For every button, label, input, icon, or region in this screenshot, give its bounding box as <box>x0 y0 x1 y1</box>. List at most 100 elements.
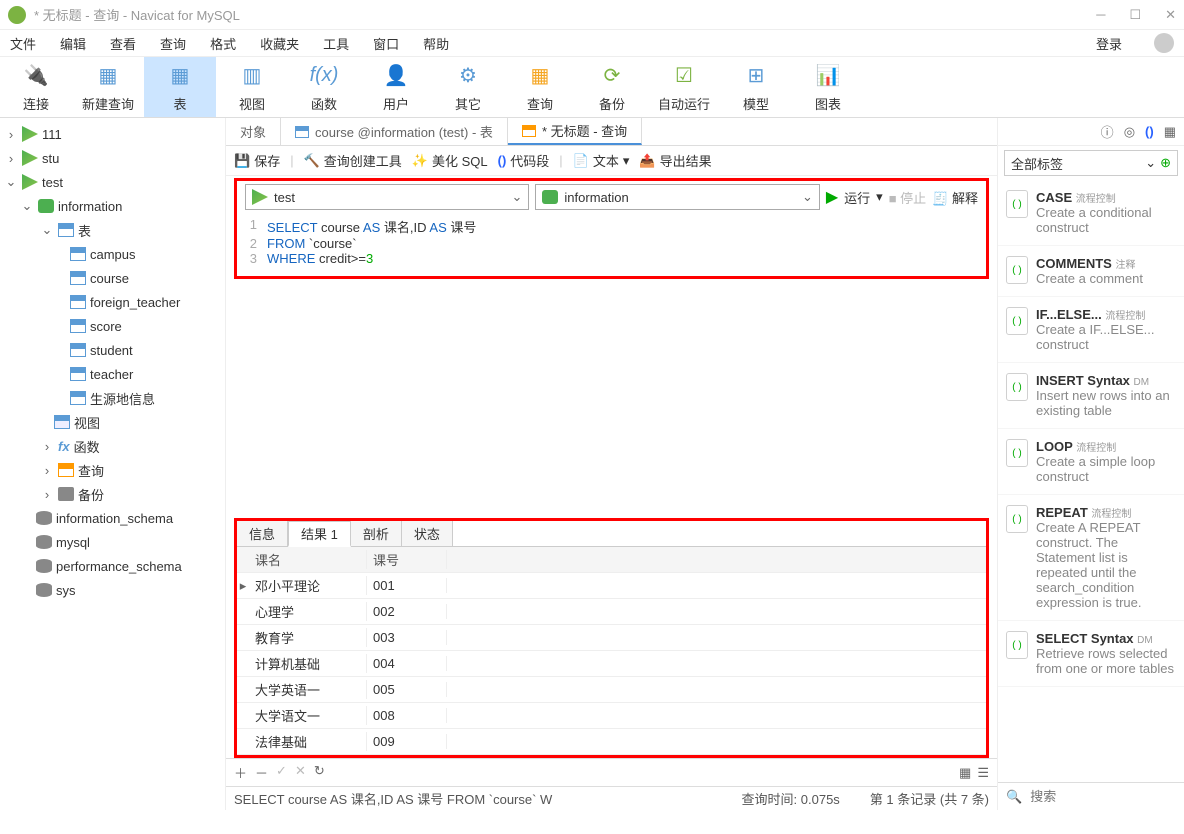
list-view-icon[interactable]: ☰ <box>977 765 989 781</box>
db-information[interactable]: ⌄information <box>0 194 225 218</box>
menu-query[interactable]: 查询 <box>160 34 186 53</box>
avatar-icon[interactable] <box>1154 33 1174 53</box>
add-tag-icon[interactable]: ⊕ <box>1160 155 1171 171</box>
tbl-foreign-teacher[interactable]: foreign_teacher <box>0 290 225 314</box>
queries-node[interactable]: ›查询 <box>0 458 225 482</box>
db-perfschema[interactable]: performance_schema <box>0 554 225 578</box>
conn-111[interactable]: ›111 <box>0 122 225 146</box>
grid-icon[interactable]: ▦ <box>1164 124 1176 140</box>
tab-info[interactable]: 信息 <box>237 521 288 546</box>
tbl-campus[interactable]: campus <box>0 242 225 266</box>
other-button[interactable]: ⚙其它 <box>432 57 504 117</box>
snippet-item[interactable]: ( )CASE 流程控制Create a conditional constru… <box>998 180 1184 246</box>
table-button[interactable]: ▦表 <box>144 57 216 117</box>
tbl-course[interactable]: course <box>0 266 225 290</box>
cancel-icon[interactable]: ✕ <box>295 763 306 782</box>
table-row: 大学英语一005 <box>237 677 986 703</box>
col-courseName: 课名 <box>249 550 367 569</box>
tags-dropdown[interactable]: 全部标签⌄ ⊕ <box>1004 150 1178 176</box>
tbl-origin[interactable]: 生源地信息 <box>0 386 225 410</box>
menu-favorites[interactable]: 收藏夹 <box>260 34 299 53</box>
export-button[interactable]: 📤 导出结果 <box>639 151 711 170</box>
snippet-button[interactable]: ()代码段 <box>498 151 550 170</box>
query-builder-button[interactable]: 🔨 查询创建工具 <box>304 151 402 170</box>
minimize-icon[interactable]: ─ <box>1096 7 1105 23</box>
text-button[interactable]: 📄 文本 ▾ <box>573 151 630 170</box>
maximize-icon[interactable]: ☐ <box>1129 7 1141 23</box>
query-button[interactable]: ▦查询 <box>504 57 576 117</box>
login-button[interactable]: 登录 <box>1096 34 1122 53</box>
tab-profile[interactable]: 剖析 <box>351 521 402 546</box>
status-record: 第 1 条记录 (共 7 条) <box>870 789 989 808</box>
menu-window[interactable]: 窗口 <box>373 34 399 53</box>
add-icon[interactable]: ＋ <box>234 763 247 782</box>
run-button[interactable]: ▶ <box>826 187 838 207</box>
tables-node[interactable]: ⌄表 <box>0 218 225 242</box>
chart-button[interactable]: 📊图表 <box>792 57 864 117</box>
app-logo-icon <box>8 6 26 24</box>
snippet-item[interactable]: ( )REPEAT 流程控制Create A REPEAT construct.… <box>998 495 1184 621</box>
db-sys[interactable]: sys <box>0 578 225 602</box>
connection-dropdown[interactable]: test⌄ <box>245 184 529 210</box>
backup-button[interactable]: ⟳备份 <box>576 57 648 117</box>
snippet-item[interactable]: ( )INSERT Syntax DMInsert new rows into … <box>998 363 1184 429</box>
refresh-icon[interactable]: ↻ <box>314 763 325 782</box>
explain-button[interactable]: 🧾 解释 <box>932 188 978 207</box>
conn-stu[interactable]: ›stu <box>0 146 225 170</box>
tbl-teacher[interactable]: teacher <box>0 362 225 386</box>
info-icon[interactable]: ⓘ <box>1101 122 1114 141</box>
remove-icon[interactable]: － <box>255 763 268 782</box>
snippet-item[interactable]: ( )SELECT Syntax DMRetrieve rows selecte… <box>998 621 1184 687</box>
menu-format[interactable]: 格式 <box>210 34 236 53</box>
model-button[interactable]: ⊞模型 <box>720 57 792 117</box>
sql-editor[interactable]: 1SELECT course AS 课名,ID AS 课号 2FROM `cou… <box>237 213 986 270</box>
menu-edit[interactable]: 编辑 <box>60 34 86 53</box>
menu-file[interactable]: 文件 <box>10 34 36 53</box>
col-courseId: 课号 <box>367 550 447 569</box>
snippet-panel-icon[interactable]: () <box>1145 124 1154 139</box>
db-mysql[interactable]: mysql <box>0 530 225 554</box>
chevron-down-icon: ⌄ <box>802 189 813 205</box>
tab-status[interactable]: 状态 <box>402 521 453 546</box>
connect-button[interactable]: 🔌连接 <box>0 57 72 117</box>
close-icon[interactable]: ✕ <box>1165 7 1176 23</box>
table-row: 大学语文一008 <box>237 703 986 729</box>
chevron-down-icon: ⌄ <box>512 189 523 205</box>
status-sql: SELECT course AS 课名,ID AS 课号 FROM `cours… <box>234 789 712 808</box>
tab-objects[interactable]: 对象 <box>226 118 281 145</box>
database-dropdown[interactable]: information⌄ <box>535 184 819 210</box>
target-icon[interactable]: ◎ <box>1124 124 1135 140</box>
table-row: 教育学003 <box>237 625 986 651</box>
tbl-score[interactable]: score <box>0 314 225 338</box>
tab-result1[interactable]: 结果 1 <box>288 521 351 547</box>
new-query-button[interactable]: ▦新建查询 <box>72 57 144 117</box>
tab-query[interactable]: * 无标题 - 查询 <box>508 118 642 145</box>
snippet-icon: ( ) <box>1006 307 1028 335</box>
check-icon[interactable]: ✓ <box>276 763 287 782</box>
snippet-item[interactable]: ( )LOOP 流程控制Create a simple loop constru… <box>998 429 1184 495</box>
user-button[interactable]: 👤用户 <box>360 57 432 117</box>
funcs-node[interactable]: ›fx函数 <box>0 434 225 458</box>
menu-view[interactable]: 查看 <box>110 34 136 53</box>
save-button[interactable]: 💾 保存 <box>234 151 280 170</box>
menu-help[interactable]: 帮助 <box>423 34 449 53</box>
search-input[interactable] <box>1028 788 1184 805</box>
snippet-item[interactable]: ( )COMMENTS 注释Create a comment <box>998 246 1184 297</box>
conn-test[interactable]: ⌄test <box>0 170 225 194</box>
snippet-item[interactable]: ( )IF...ELSE... 流程控制Create a IF...ELSE..… <box>998 297 1184 363</box>
view-button[interactable]: ▥视图 <box>216 57 288 117</box>
tbl-student[interactable]: student <box>0 338 225 362</box>
grid-view-icon[interactable]: ▦ <box>959 765 971 781</box>
auto-run-button[interactable]: ☑自动运行 <box>648 57 720 117</box>
function-button[interactable]: f(x)函数 <box>288 57 360 117</box>
db-infoschema[interactable]: information_schema <box>0 506 225 530</box>
menu-tools[interactable]: 工具 <box>323 34 349 53</box>
result-grid[interactable]: 课名课号 ▸邓小平理论001 心理学002 教育学003 计算机基础004 大学… <box>237 547 986 755</box>
backup-node[interactable]: ›备份 <box>0 482 225 506</box>
search-icon: 🔍 <box>1006 789 1022 805</box>
table-row: 计算机基础004 <box>237 651 986 677</box>
snippet-icon: ( ) <box>1006 190 1028 218</box>
beautify-sql-button[interactable]: ✨ 美化 SQL <box>412 151 488 170</box>
tab-course[interactable]: course @information (test) - 表 <box>281 118 508 145</box>
views-node[interactable]: 视图 <box>0 410 225 434</box>
